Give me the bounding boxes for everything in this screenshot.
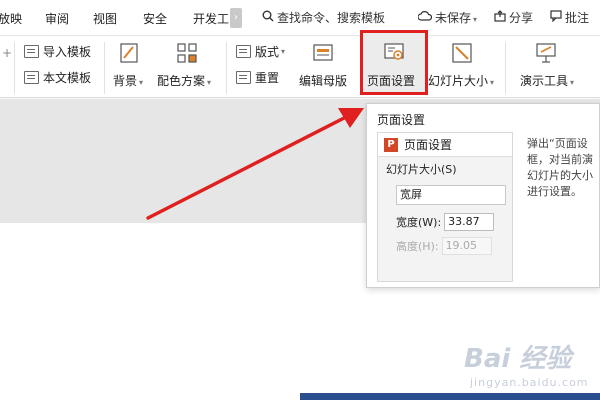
background-label: 背景 xyxy=(113,74,138,88)
plus-icon[interactable]: + xyxy=(2,46,12,60)
search-label: 查找命令、搜索模板 xyxy=(277,11,386,25)
import-template-button[interactable]: 导入模板 xyxy=(24,43,91,60)
reset-icon xyxy=(236,71,251,84)
page-setup-tooltip: 页面设置 P 页面设置 幻灯片大小(S) 宽屏 宽度(W): 33.87 高度(… xyxy=(366,103,600,288)
chevron-right-icon[interactable]: › xyxy=(230,8,242,28)
comment-icon xyxy=(550,10,562,25)
search-command[interactable]: 查找命令、搜索模板 xyxy=(262,9,385,26)
dialog-title: 页面设置 xyxy=(404,138,453,152)
presenter-tools-button[interactable]: 演示工具 ▾ xyxy=(520,72,574,89)
slide-size-icon[interactable] xyxy=(451,42,473,64)
share-button[interactable]: 分享 xyxy=(494,9,533,26)
slide-size-group-label: 幻灯片大小(S) xyxy=(386,163,457,176)
color-scheme-label: 配色方案 xyxy=(157,74,206,88)
comment-button[interactable]: 批注 xyxy=(550,9,589,26)
slide-size-label: 幻灯片大小 xyxy=(428,74,489,88)
caret-down-icon: ▾ xyxy=(281,47,286,56)
width-input: 33.87 xyxy=(444,213,495,231)
template-icon xyxy=(24,45,39,58)
caret-down-icon: ▾ xyxy=(570,78,575,87)
slide-size-select: 宽屏 xyxy=(396,185,506,205)
tooltip-title: 页面设置 xyxy=(377,113,426,127)
background-button[interactable]: 背景 ▾ xyxy=(113,72,143,89)
comment-label: 批注 xyxy=(565,11,590,25)
this-template-label: 本文模板 xyxy=(43,71,92,85)
description-line: 幻灯片的大小 xyxy=(527,169,593,182)
color-scheme-icon[interactable] xyxy=(176,42,198,64)
unsaved-button[interactable]: 未保存 ▾ xyxy=(417,9,478,26)
menu-tab-developer[interactable]: 开发工 xyxy=(193,10,229,27)
divider xyxy=(14,42,15,94)
watermark-url: jingyan.baidu.com xyxy=(470,376,589,389)
layout-label: 版式 xyxy=(255,45,280,59)
menu-tab-view[interactable]: 视图 xyxy=(93,10,117,27)
ribbon-toolbar: + 导入模板 本文模板 背景 ▾ 配色方案 ▾ 版式 ▾ 重置 编辑母版 xyxy=(0,36,600,98)
reset-label: 重置 xyxy=(255,71,280,85)
presenter-tools-label: 演示工具 xyxy=(520,74,569,88)
background-icon[interactable] xyxy=(118,42,140,64)
tooltip-preview: P 页面设置 幻灯片大小(S) 宽屏 宽度(W): 33.87 高度(H): 1… xyxy=(377,132,513,282)
description-line: 进行设置。 xyxy=(527,185,582,198)
width-label: 宽度(W): xyxy=(396,216,442,229)
caret-down-icon: ▾ xyxy=(207,78,212,87)
height-input: 19.05 xyxy=(441,237,492,255)
highlight-box xyxy=(360,30,428,95)
caret-down-icon: ▾ xyxy=(139,78,144,87)
share-icon xyxy=(494,10,506,25)
height-label: 高度(H): xyxy=(396,240,439,253)
menu-tab-security[interactable]: 安全 xyxy=(143,10,167,27)
menu-tab-slideshow[interactable]: 放映 xyxy=(0,10,22,27)
baidu-watermark: Bai 经验 jingyan.baidu.com xyxy=(464,338,596,396)
this-template-button[interactable]: 本文模板 xyxy=(24,69,91,86)
width-field: 宽度(W): 33.87 xyxy=(396,213,495,231)
template-icon xyxy=(24,71,39,84)
divider xyxy=(104,42,105,94)
import-template-label: 导入模板 xyxy=(43,45,92,59)
watermark-logo: Bai 经验 xyxy=(464,344,572,374)
caret-down-icon: ▾ xyxy=(490,78,495,87)
menu-tab-review[interactable]: 审阅 xyxy=(45,10,69,27)
presenter-tools-icon[interactable] xyxy=(535,42,557,64)
presentation-logo-icon: P xyxy=(384,137,398,152)
caret-down-icon: ▾ xyxy=(473,15,478,24)
divider xyxy=(505,42,506,94)
color-scheme-button[interactable]: 配色方案 ▾ xyxy=(157,72,211,89)
unsaved-label: 未保存 xyxy=(435,11,472,25)
layout-button[interactable]: 版式 ▾ xyxy=(236,43,285,60)
height-field: 高度(H): 19.05 xyxy=(396,237,492,255)
description-line: 弹出“页面设 xyxy=(527,137,588,150)
dialog-header: P 页面设置 xyxy=(378,133,512,157)
edit-master-button[interactable]: 编辑母版 xyxy=(299,72,347,89)
share-label: 分享 xyxy=(509,11,534,25)
edit-master-icon[interactable] xyxy=(312,42,334,64)
search-icon xyxy=(262,10,274,25)
cloud-icon xyxy=(417,10,433,25)
tooltip-description: 弹出“页面设 框，对当前演 幻灯片的大小 进行设置。 xyxy=(527,136,597,200)
slide-size-button[interactable]: 幻灯片大小 ▾ xyxy=(428,72,494,89)
layout-icon xyxy=(236,45,251,58)
divider xyxy=(226,42,227,94)
menu-bar: 放映 审阅 视图 安全 开发工 › 查找命令、搜索模板 未保存 ▾ 分享 批注 xyxy=(0,0,600,36)
reset-button[interactable]: 重置 xyxy=(236,69,279,86)
description-line: 框，对当前演 xyxy=(527,153,593,166)
